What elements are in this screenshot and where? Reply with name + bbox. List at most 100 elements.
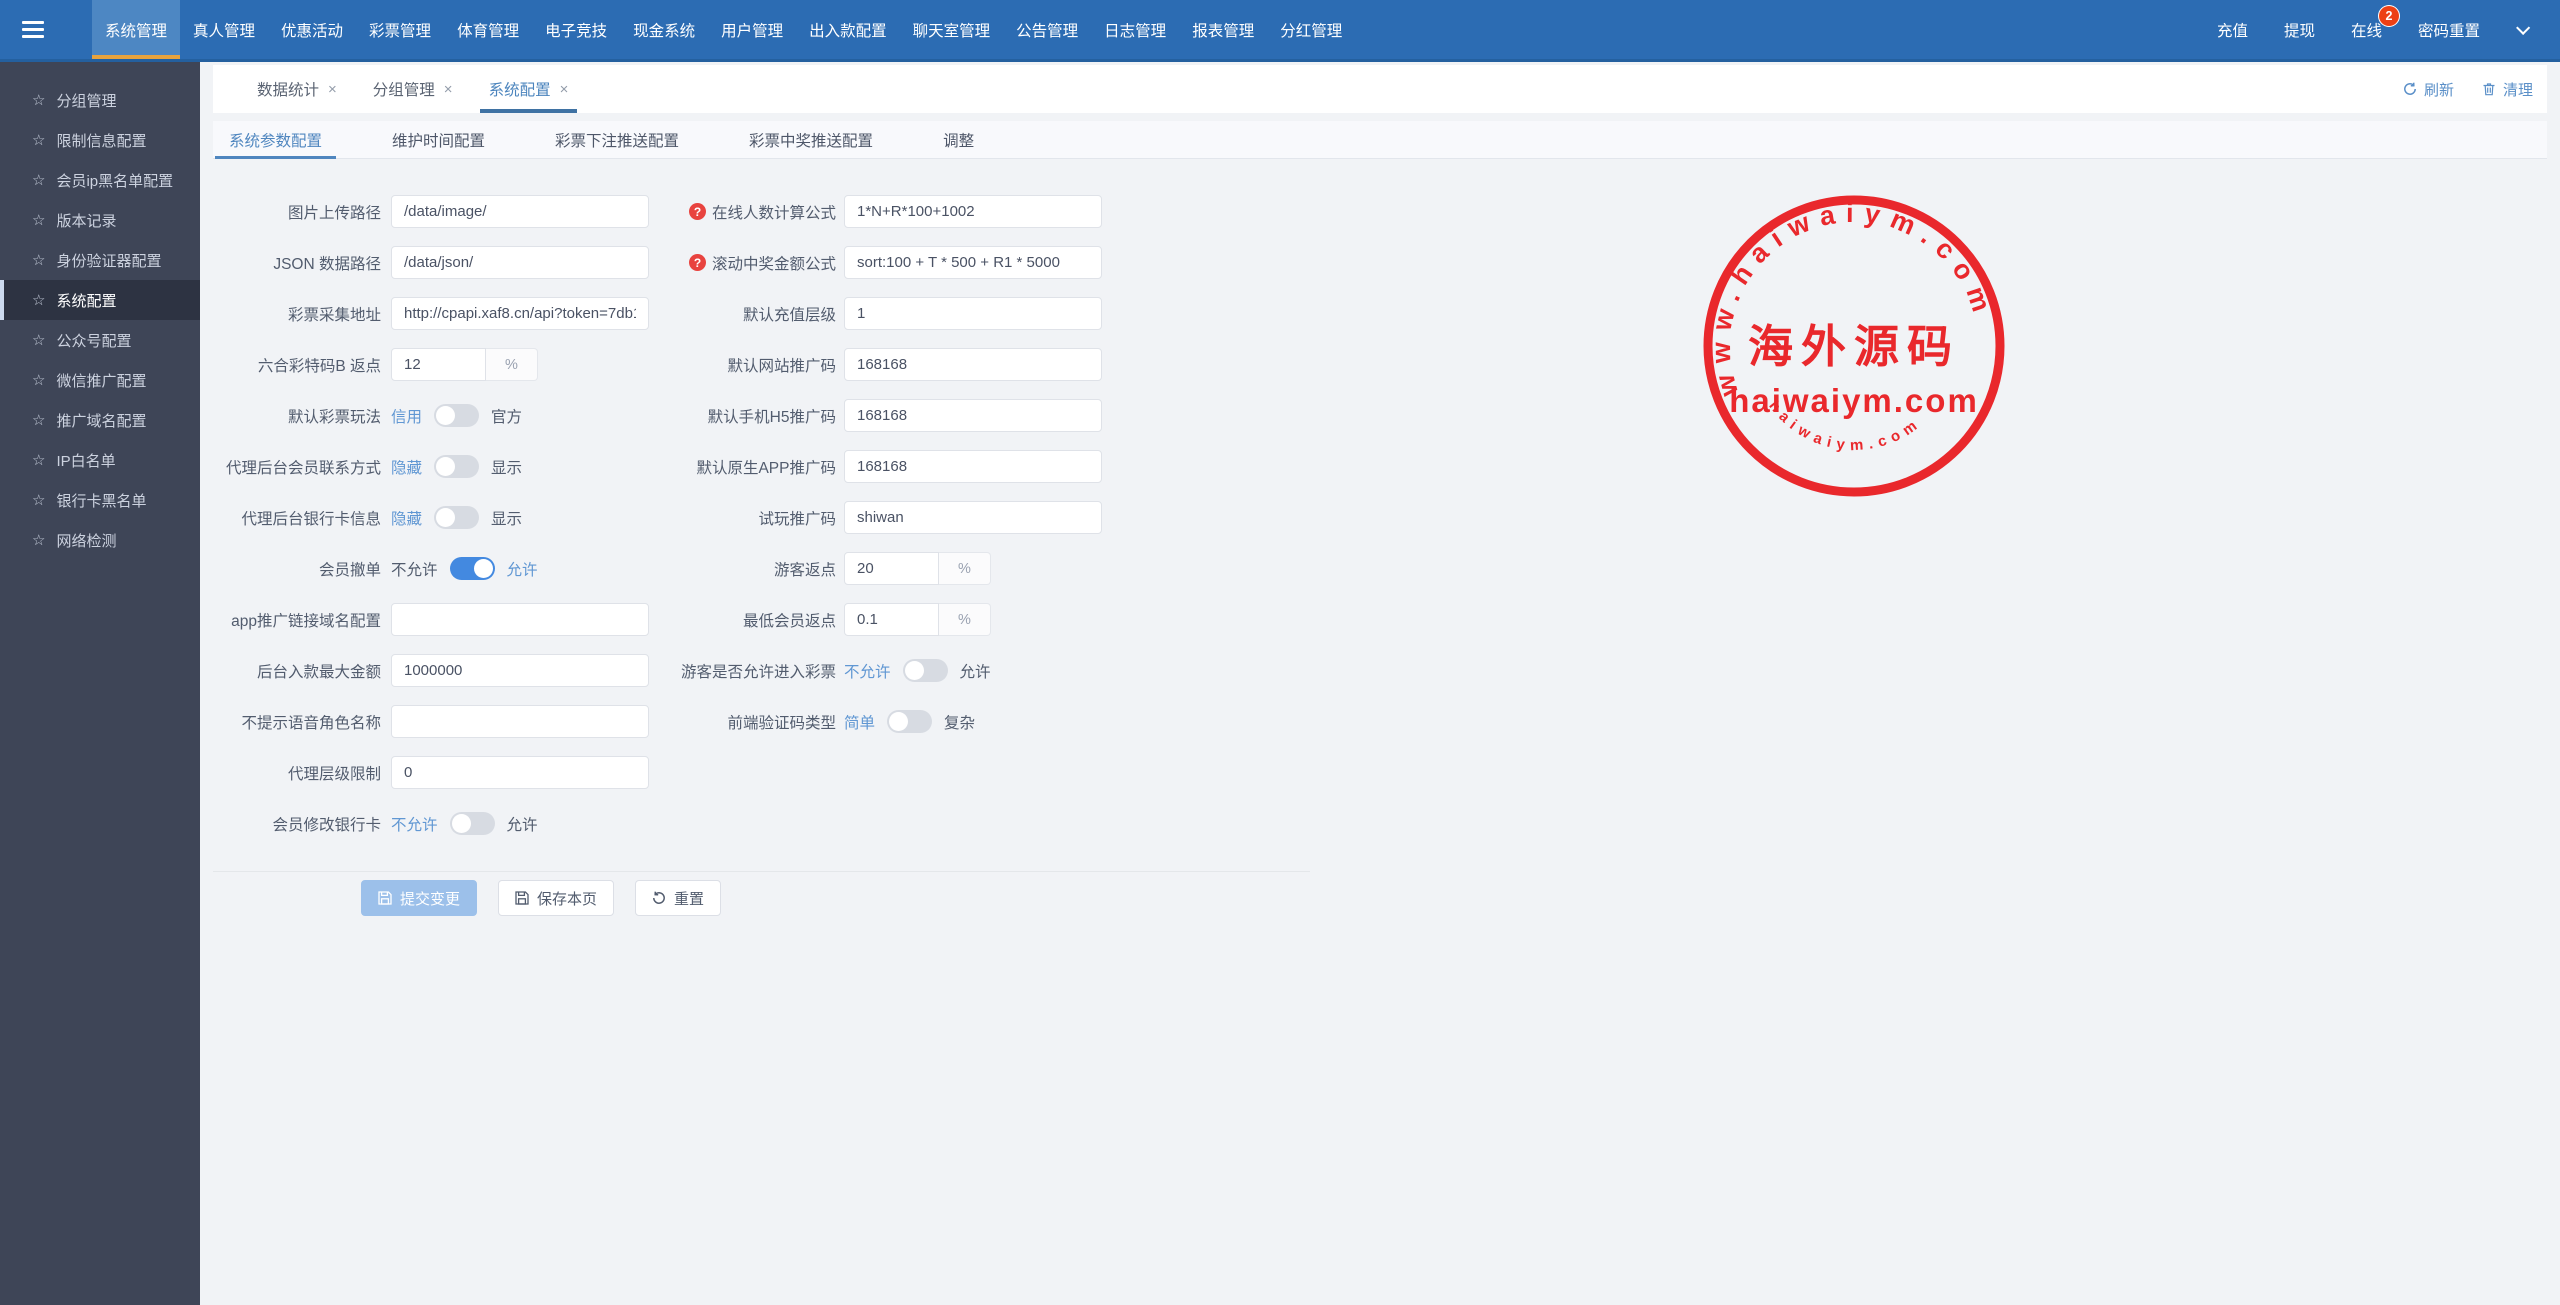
help-icon[interactable]: ? [689, 203, 706, 220]
clean-action[interactable]: 清理 [2482, 79, 2533, 100]
online-label: 在线 [2351, 23, 2382, 40]
navbar-menu-item[interactable]: 电子竞技 [532, 0, 620, 59]
number-input[interactable] [844, 552, 939, 585]
toggle-switch[interactable] [434, 506, 479, 529]
navbar-menu-item[interactable]: 分红管理 [1267, 0, 1355, 59]
text-input[interactable] [391, 654, 649, 687]
chevron-down-icon[interactable] [2516, 20, 2530, 34]
tab-close-icon[interactable]: × [444, 81, 453, 98]
toggle-switch[interactable] [434, 404, 479, 427]
sidebar-item[interactable]: ☆版本记录 [0, 200, 200, 240]
save-page-button[interactable]: 保存本页 [498, 880, 614, 916]
sidebar-item[interactable]: ☆网络检测 [0, 520, 200, 560]
recharge-link[interactable]: 充值 [2217, 19, 2248, 41]
sidebar-item[interactable]: ☆银行卡黑名单 [0, 480, 200, 520]
text-input[interactable] [844, 450, 1102, 483]
tab-close-icon[interactable]: × [328, 81, 337, 98]
text-input[interactable] [391, 756, 649, 789]
hamburger-menu-icon[interactable] [0, 0, 60, 59]
number-input[interactable] [844, 603, 939, 636]
sidebar-item[interactable]: ☆限制信息配置 [0, 120, 200, 160]
help-icon[interactable]: ? [689, 254, 706, 271]
sidebar-item[interactable]: ☆IP白名单 [0, 440, 200, 480]
toggle-switch[interactable] [450, 812, 495, 835]
subtab[interactable]: 彩票下注推送配置 [555, 121, 679, 158]
navbar-menu-item[interactable]: 报表管理 [1179, 0, 1267, 59]
field-label-text: 六合彩特码B 返点 [258, 354, 381, 376]
field-label-text: 滚动中奖金额公式 [712, 252, 836, 274]
toggle-off-label: 不允许 [391, 813, 438, 835]
navbar-menu-item[interactable]: 优惠活动 [268, 0, 356, 59]
refresh-icon [2403, 82, 2417, 96]
navbar-menu-item[interactable]: 聊天室管理 [900, 0, 1004, 59]
sidebar-item[interactable]: ☆会员ip黑名单配置 [0, 160, 200, 200]
navbar-menu-item[interactable]: 真人管理 [180, 0, 268, 59]
text-input[interactable] [844, 399, 1102, 432]
text-input[interactable] [391, 297, 649, 330]
open-tab[interactable]: 数据统计× [254, 65, 340, 113]
text-input[interactable] [844, 246, 1102, 279]
toggle-off-label: 不允许 [391, 558, 438, 580]
form-row: 游客是否允许进入彩票不允许允许 [686, 654, 1118, 687]
text-input[interactable] [391, 195, 649, 228]
text-input[interactable] [391, 603, 649, 636]
text-input[interactable] [391, 705, 649, 738]
open-tab[interactable]: 分组管理× [370, 65, 456, 113]
field-label: JSON 数据路径 [223, 252, 381, 274]
sidebar-item-label: 银行卡黑名单 [56, 490, 146, 511]
sidebar-item[interactable]: ☆系统配置 [0, 280, 200, 320]
toggle-control: 简单复杂 [844, 710, 975, 733]
form-row: 默认原生APP推广码 [686, 450, 1118, 483]
toggle-switch[interactable] [450, 557, 495, 580]
subtab[interactable]: 调整 [943, 121, 974, 158]
toggle-control: 不允许允许 [391, 557, 538, 580]
toggle-switch[interactable] [887, 710, 932, 733]
submit-changes-button[interactable]: 提交变更 [361, 880, 477, 916]
text-input[interactable] [844, 297, 1102, 330]
toggle-switch[interactable] [434, 455, 479, 478]
text-input[interactable] [391, 246, 649, 279]
text-input[interactable] [844, 195, 1102, 228]
text-input[interactable] [844, 348, 1102, 381]
navbar-menu-item[interactable]: 用户管理 [708, 0, 796, 59]
form-row: 后台入款最大金额 [223, 654, 683, 687]
navbar-menu-item[interactable]: 体育管理 [444, 0, 532, 59]
star-icon: ☆ [32, 291, 45, 309]
subtab[interactable]: 维护时间配置 [392, 121, 485, 158]
navbar-menu-item[interactable]: 系统管理 [92, 0, 180, 59]
number-input[interactable] [391, 348, 486, 381]
field-label: 游客返点 [686, 558, 836, 580]
navbar-menu-item[interactable]: 公告管理 [1003, 0, 1091, 59]
star-icon: ☆ [32, 451, 45, 469]
subtab[interactable]: 系统参数配置 [229, 121, 322, 158]
sidebar-item[interactable]: ☆公众号配置 [0, 320, 200, 360]
field-label-text: 游客返点 [774, 558, 836, 580]
text-input[interactable] [844, 501, 1102, 534]
online-link[interactable]: 在线 2 [2351, 19, 2382, 41]
sidebar-item[interactable]: ☆微信推广配置 [0, 360, 200, 400]
form-row: 试玩推广码 [686, 501, 1118, 534]
sidebar-item[interactable]: ☆身份验证器配置 [0, 240, 200, 280]
reset-button[interactable]: 重置 [635, 880, 721, 916]
refresh-action[interactable]: 刷新 [2403, 79, 2454, 100]
sidebar-item[interactable]: ☆分组管理 [0, 80, 200, 120]
form-row: 会员修改银行卡不允许允许 [223, 807, 683, 840]
clean-label: 清理 [2503, 79, 2533, 100]
sidebar-item[interactable]: ☆推广域名配置 [0, 400, 200, 440]
field-label-text: 图片上传路径 [288, 201, 381, 223]
toggle-switch[interactable] [903, 659, 948, 682]
percent-input-group: % [844, 552, 991, 585]
tab-close-icon[interactable]: × [560, 81, 569, 98]
form-row: 六合彩特码B 返点% [223, 348, 683, 381]
password-reset-link[interactable]: 密码重置 [2418, 19, 2480, 41]
navbar-menu-item[interactable]: 现金系统 [620, 0, 708, 59]
navbar-menu-item[interactable]: 出入款配置 [796, 0, 900, 59]
form-row: ? 滚动中奖金额公式 [686, 246, 1118, 279]
withdraw-link[interactable]: 提现 [2284, 19, 2315, 41]
navbar-menu-item[interactable]: 彩票管理 [356, 0, 444, 59]
open-tab[interactable]: 系统配置× [486, 65, 572, 113]
star-icon: ☆ [32, 251, 45, 269]
field-label: 默认原生APP推广码 [686, 456, 836, 478]
navbar-menu-item[interactable]: 日志管理 [1091, 0, 1179, 59]
subtab[interactable]: 彩票中奖推送配置 [749, 121, 873, 158]
